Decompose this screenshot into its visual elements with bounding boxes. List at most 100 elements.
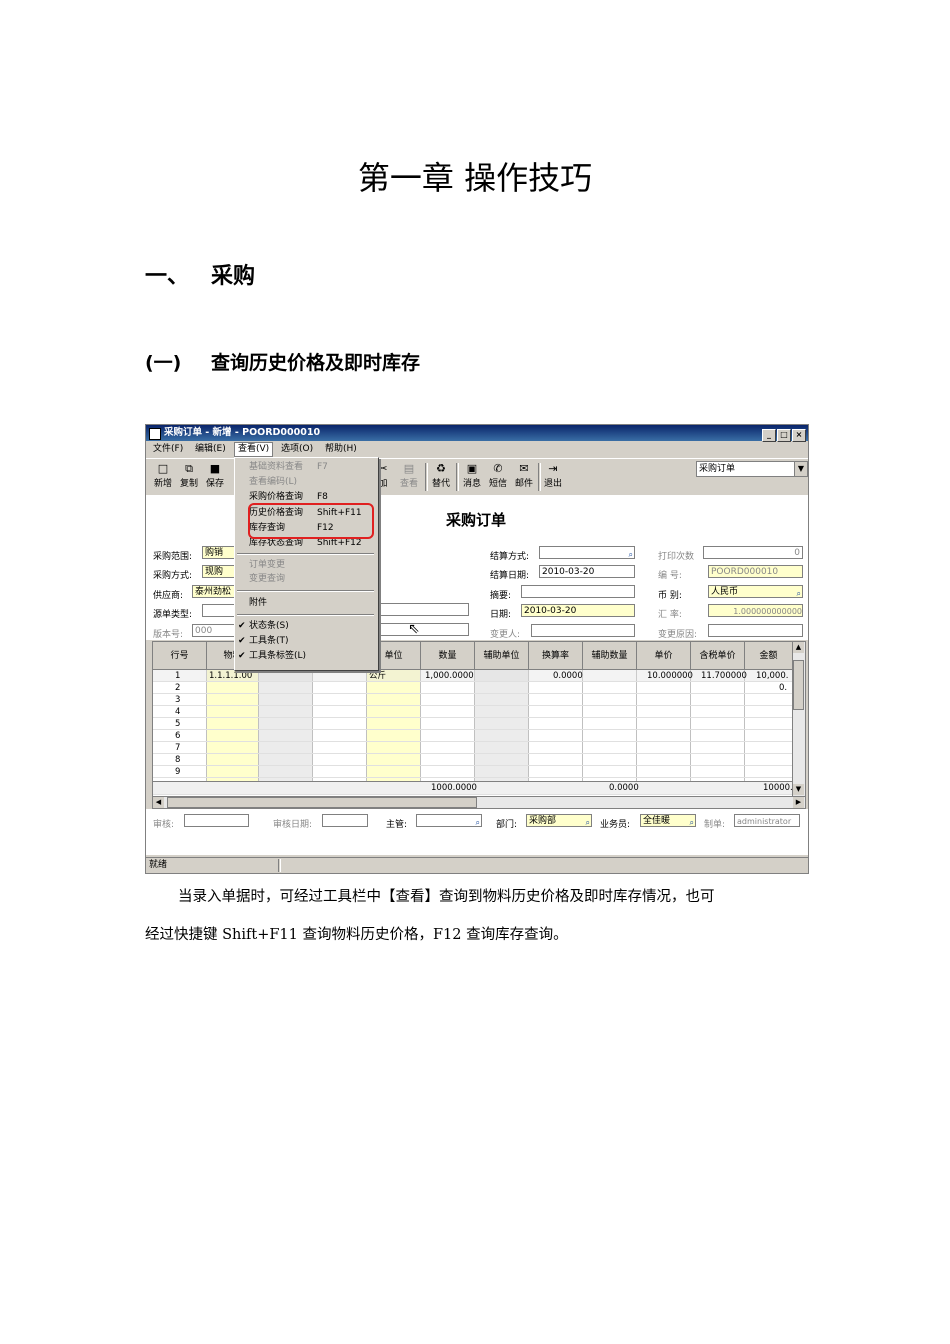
source-type-field[interactable] [202,604,236,617]
manager-field[interactable]: ⌕ [416,814,482,827]
table-row[interactable]: 7 [153,742,793,754]
search-icon[interactable]: ⌕ [629,548,633,561]
scroll-thumb[interactable] [167,797,477,808]
amount-cell[interactable]: 0. [779,682,787,694]
column-header[interactable]: 辅助数量 [583,642,637,670]
menu-view[interactable]: 查看(V) [234,442,274,457]
column-header[interactable]: 辅助单位 [475,642,529,670]
column-header[interactable]: 金额 [745,642,793,670]
status-divider [278,859,281,872]
table-row[interactable]: 2 0. [153,682,793,694]
copy-button[interactable]: ⧉ 复制 [176,461,202,490]
menu-file[interactable]: 文件(F) [150,442,186,457]
column-header[interactable]: 行号 [153,642,207,670]
print-count-field[interactable]: 0 [703,546,803,559]
version-extra-field[interactable] [377,623,469,636]
menu-item[interactable]: 采购价格查询 F8 [249,490,328,504]
menu-item-label: 采购价格查询 [249,492,304,502]
menu-item[interactable]: 订单变更 [249,558,285,572]
close-button[interactable]: × [792,429,806,442]
version-field[interactable]: 000 [192,624,236,637]
menu-item[interactable]: 基础资料查看 F7 [249,460,328,474]
menu-item[interactable]: ✔ 工具条标签(L) [238,649,306,663]
menu-item[interactable]: ✔ 工具条(T) [238,634,289,648]
purchase-scope-field[interactable]: 购销 [202,546,236,559]
menu-help[interactable]: 帮助(H) [322,442,360,457]
purchase-mode-field[interactable]: 现购 [202,565,236,578]
sms-button[interactable]: ✆ 短信 [485,461,511,490]
audit-label: 审核: [153,820,175,830]
vertical-scrollbar[interactable]: ▲ ▼ [792,641,806,797]
new-button[interactable]: □ 新增 [150,461,176,490]
column-header[interactable]: 含税单价 [691,642,745,670]
material-cell[interactable]: 1.1.1.1.00 [209,670,252,682]
table-row[interactable]: 6 [153,730,793,742]
menu-item[interactable]: 查看编码(L) [249,475,297,489]
table-row[interactable]: 8 [153,754,793,766]
scroll-right-icon[interactable]: ▶ [793,797,804,808]
unit-cell[interactable]: 公斤 [369,670,386,682]
search-icon[interactable]: ⌕ [690,816,694,829]
table-row[interactable]: 9 [153,766,793,778]
save-button[interactable]: ■ 保存 [202,461,228,490]
maker-label: 制单: [704,820,726,830]
menu-separator [237,614,374,616]
maximize-button[interactable]: □ [777,429,791,442]
menu-separator [237,553,374,555]
document-type-value: 采购订单 [699,464,736,474]
menu-item[interactable]: 附件 [249,596,267,610]
menu-item[interactable]: 变更查询 [249,572,285,586]
row-number: 1 [175,671,181,681]
number-field[interactable]: POORD000010 [708,565,803,578]
document-type-select[interactable]: 采购订单 ▼ [696,461,808,477]
rate-cell[interactable]: 0.0000 [553,670,583,682]
changer-field[interactable] [531,624,635,637]
section-number: 一、 [145,264,190,289]
rate-field[interactable]: 1.000000000000 [708,604,803,617]
total-aux-qty: 0.0000 [609,783,639,793]
salesman-field[interactable]: 全佳暖 ⌕ [640,814,696,827]
search-icon[interactable]: ⌕ [797,587,801,600]
column-header[interactable]: 单价 [637,642,691,670]
paragraph-line: 当录入单据时，可经过工具栏中【查看】查询到物料历史价格及即时库存情况，也可 [178,889,715,905]
column-header[interactable]: 换算率 [529,642,583,670]
scroll-up-icon[interactable]: ▲ [793,642,804,653]
menu-item[interactable]: ✔ 状态条(S) [238,619,289,633]
summary-field[interactable] [521,585,635,598]
table-row[interactable]: 1 1.1.1.1.00 公斤 1,000.0000 0.0000 10.000… [153,670,793,682]
maker-field[interactable]: administrator [734,814,800,827]
menu-options[interactable]: 选项(O) [278,442,316,457]
settle-date-field[interactable]: 2010-03-20 [539,565,635,578]
chevron-down-icon[interactable]: ▼ [794,462,807,476]
audit-date-field[interactable] [322,814,368,827]
horizontal-scrollbar[interactable]: ◀ ▶ [152,796,806,809]
message-button[interactable]: ▣ 消息 [459,461,485,490]
search-icon[interactable]: ⌕ [586,816,590,829]
price-cell[interactable]: 10.000000 [647,670,693,682]
currency-field[interactable]: 人民币 ⌕ [708,585,803,598]
amount-cell[interactable]: 10,000. [756,670,788,682]
exit-button[interactable]: ⇥ 退出 [540,461,566,490]
scroll-down-icon[interactable]: ▼ [793,784,804,795]
table-row[interactable]: 3 [153,694,793,706]
supplier-field[interactable]: 泰州劲松 [192,585,236,598]
minimize-button[interactable]: _ [762,429,776,442]
tax-price-cell[interactable]: 11.700000 [701,670,747,682]
table-row[interactable]: 5 [153,718,793,730]
menu-edit[interactable]: 编辑(E) [192,442,229,457]
source-number-field[interactable] [377,603,469,616]
dept-field[interactable]: 采购部 ⌕ [526,814,592,827]
search-icon[interactable]: ⌕ [476,816,480,829]
replace-button[interactable]: ♻ 替代 [428,461,454,490]
date-field[interactable]: 2010-03-20 [521,604,635,617]
change-reason-field[interactable] [708,624,803,637]
column-header[interactable]: 数量 [421,642,475,670]
view-button[interactable]: ▤ 查看 [396,461,422,490]
table-row[interactable]: 4 [153,706,793,718]
scroll-thumb[interactable] [793,660,804,710]
scroll-left-icon[interactable]: ◀ [153,797,164,808]
audit-field[interactable] [184,814,249,827]
settle-mode-field[interactable]: ⌕ [539,546,635,559]
mail-button[interactable]: ✉ 邮件 [511,461,537,490]
qty-cell[interactable]: 1,000.0000 [425,670,474,682]
